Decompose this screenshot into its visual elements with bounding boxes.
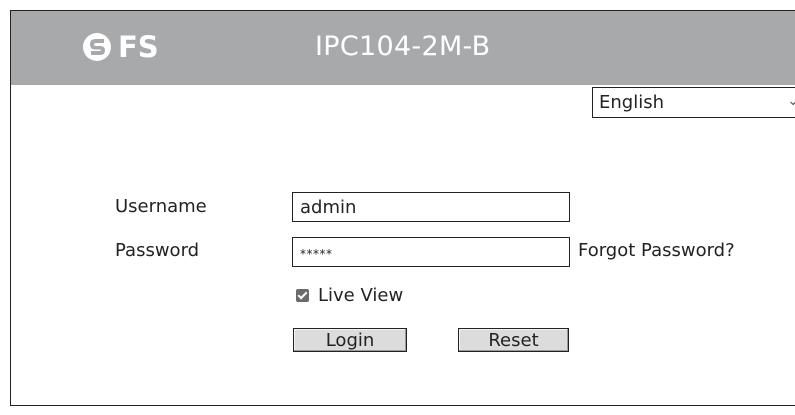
login-page: FS IPC104-2M-B English ⌄ Username admin … bbox=[10, 10, 795, 406]
brand-logo: FS bbox=[82, 28, 159, 66]
live-view-checkbox[interactable] bbox=[296, 289, 309, 302]
language-selected-value: English bbox=[599, 92, 664, 113]
password-value: ***** bbox=[300, 247, 333, 261]
live-view-label: Live View bbox=[318, 285, 404, 306]
password-label: Password bbox=[115, 240, 200, 261]
live-view-option[interactable]: Live View bbox=[296, 285, 403, 306]
language-select[interactable]: English ⌄ bbox=[592, 87, 795, 118]
reset-button[interactable]: Reset bbox=[458, 328, 569, 352]
login-button[interactable]: Login bbox=[293, 328, 407, 352]
username-label: Username bbox=[115, 196, 207, 217]
device-model-title: IPC104-2M-B bbox=[315, 31, 491, 62]
username-value: admin bbox=[300, 196, 357, 218]
brand-text: FS bbox=[118, 30, 159, 64]
chevron-down-icon: ⌄ bbox=[787, 93, 795, 109]
header-bar: FS IPC104-2M-B bbox=[11, 11, 795, 85]
password-field[interactable]: ***** bbox=[292, 237, 570, 267]
forgot-password-link[interactable]: Forgot Password? bbox=[578, 240, 735, 261]
fs-logo-icon bbox=[83, 33, 111, 61]
username-field[interactable]: admin bbox=[292, 192, 570, 222]
